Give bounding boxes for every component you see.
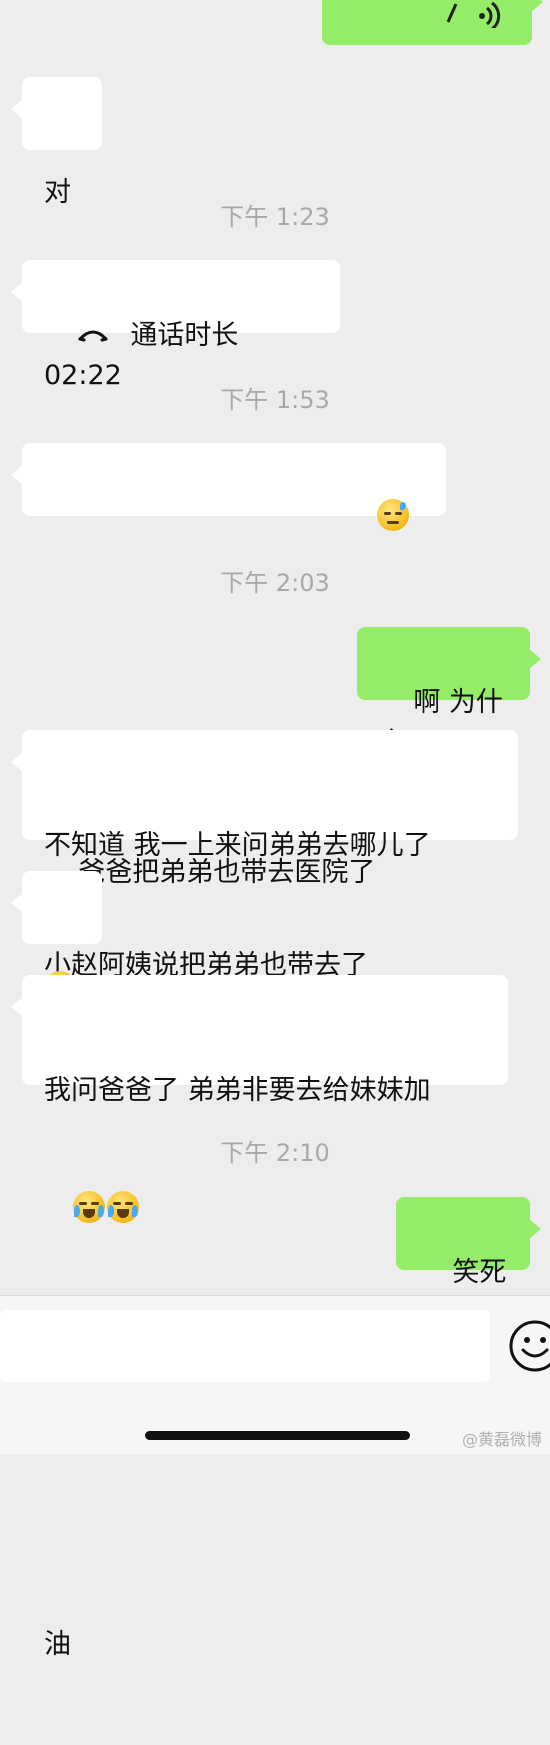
crying-face-emoji <box>73 1191 105 1223</box>
message-text-line: 不知道 我一上来问弟弟去哪儿了 <box>44 830 431 861</box>
timestamp: 下午 1:23 <box>220 203 330 231</box>
timestamp: 下午 2:10 <box>220 1139 330 1167</box>
home-indicator <box>145 1431 410 1440</box>
voice-message-bubble[interactable] <box>322 0 543 45</box>
call-record-bubble[interactable]: 通话时长 02:22 <box>11 260 340 391</box>
voice-wave-icon <box>446 1 501 28</box>
crying-face-emoji <box>107 1191 139 1223</box>
message-text-line: 油 <box>44 1629 71 1660</box>
chat-area: 对 下午 1:23 通话时长 02:22 下午 1:53 爸爸把弟弟也带去医院了… <box>0 0 550 1660</box>
message-bubble-incoming[interactable]: 爸爸把弟弟也带去医院了 <box>11 443 446 888</box>
message-text-line: 我问爸爸了 弟弟非要去给妹妹加 <box>44 1075 431 1106</box>
watermark: @黄磊微博 <box>461 1430 542 1449</box>
timestamp: 下午 1:53 <box>220 386 330 414</box>
timestamp: 下午 2:03 <box>220 569 330 597</box>
emoji-button-icon[interactable] <box>507 1318 550 1374</box>
message-bubble-outgoing[interactable]: 笑死了 <box>396 1197 541 1328</box>
message-bubble-incoming[interactable]: 我问爸爸了 弟弟非要去给妹妹加 油 <box>11 975 508 1660</box>
sweat-face-emoji <box>377 499 410 531</box>
message-bubble-outgoing[interactable]: 啊 为什么 <box>357 627 541 758</box>
chat-input-bar: @黄磊微博 <box>0 1295 550 1454</box>
phone-hangup-icon <box>78 330 108 342</box>
message-bubble-incoming[interactable]: 对 <box>11 77 102 208</box>
emoji-message-bubble[interactable] <box>11 871 102 1003</box>
message-bubble-incoming[interactable]: 不知道 我一上来问弟弟去哪儿了 小赵阿姨说把弟弟也带去了 <box>11 730 518 981</box>
message-input[interactable] <box>0 1310 490 1382</box>
